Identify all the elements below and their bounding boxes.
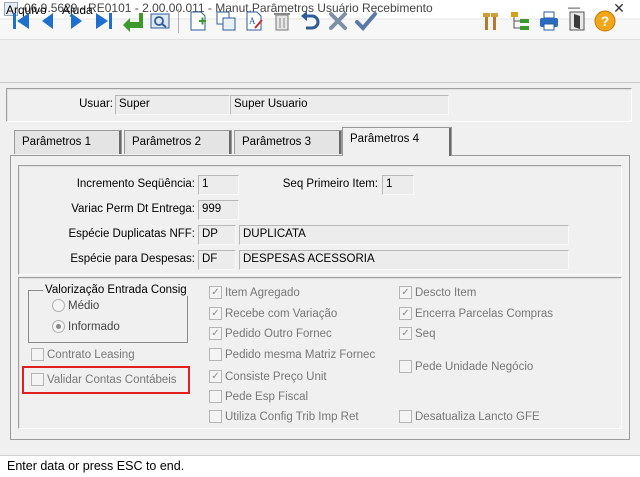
variac-label: Variac Perm Dt Entrega:: [71, 203, 195, 215]
tab-parametros-1[interactable]: Parâmetros 1: [14, 130, 122, 154]
confirm-icon[interactable]: [353, 7, 379, 35]
svg-text:?: ?: [601, 13, 610, 29]
check-label: Pedido Outro Fornec: [225, 327, 332, 340]
check-recebe-com-variacao[interactable]: ✓ Recebe com Variação: [209, 307, 337, 320]
goto-icon[interactable]: [119, 7, 145, 35]
especie-dup-label: Espécie Duplicatas NFF:: [68, 228, 195, 240]
radio-informado[interactable]: Informado: [52, 320, 120, 333]
seq-primeiro-field[interactable]: 1: [382, 175, 414, 195]
checkbox: ✓: [209, 370, 222, 383]
checkbox: [209, 390, 222, 403]
new-record-icon[interactable]: [185, 7, 211, 35]
print-icon[interactable]: [536, 7, 562, 35]
delete-record-icon[interactable]: [269, 7, 295, 35]
especie-desp-desc-field: DESPESAS ACESSORIA: [239, 250, 569, 270]
check-label: Recebe com Variação: [225, 307, 338, 320]
last-record-icon[interactable]: [91, 7, 117, 35]
check-label: Consiste Preço Unit: [225, 370, 327, 383]
checkbox: [399, 360, 412, 373]
checkbox: ✓: [209, 286, 222, 299]
radio-medio[interactable]: Médio: [52, 299, 99, 312]
check-label: Pedido mesma Matriz Fornec: [225, 348, 376, 361]
checkbox: [209, 410, 222, 423]
toolbar: [0, 41, 640, 83]
checkbox: ✓: [209, 327, 222, 340]
next-record-icon[interactable]: [63, 7, 89, 35]
check-item-agregado[interactable]: ✓ Item Agregado: [209, 286, 300, 299]
tools-icon[interactable]: [478, 7, 504, 35]
variac-field[interactable]: 999: [198, 200, 239, 220]
checkbox: [209, 348, 222, 361]
check-pedido-outro-fornec[interactable]: ✓ Pedido Outro Fornec: [209, 327, 332, 340]
highlight-box: [22, 366, 190, 394]
tab-parametros-2[interactable]: Parâmetros 2: [124, 130, 232, 154]
especie-desp-label: Espécie para Despesas:: [70, 253, 195, 265]
check-label: Contrato Leasing: [47, 348, 135, 361]
check-label: Utiliza Config Trib Imp Ret: [225, 410, 359, 423]
check-contrato-leasing[interactable]: Contrato Leasing: [31, 348, 135, 361]
help-icon[interactable]: ?: [592, 7, 618, 35]
checkbox: ✓: [399, 307, 412, 320]
check-consiste-preco-unit[interactable]: ✓ Consiste Preço Unit: [209, 370, 327, 383]
search-zoom-icon[interactable]: [147, 7, 173, 35]
edit-record-icon[interactable]: A: [241, 7, 267, 35]
check-pede-esp-fiscal[interactable]: Pede Esp Fiscal: [209, 390, 308, 403]
especie-desp-code-field[interactable]: DF: [198, 250, 236, 270]
radio-circle: [52, 320, 65, 333]
tab-parametros-3[interactable]: Parâmetros 3: [234, 130, 342, 154]
check-label: Encerra Parcelas Compras: [415, 307, 554, 320]
user-label: Usuar:: [79, 98, 113, 110]
check-descto-item[interactable]: ✓ Descto Item: [399, 286, 476, 299]
seq-primeiro-label: Seq Primeiro Item:: [282, 178, 378, 190]
check-label: Desatualiza Lancto GFE: [415, 410, 540, 423]
first-record-icon[interactable]: [8, 7, 34, 35]
especie-dup-code-field[interactable]: DP: [198, 225, 236, 245]
check-label: Pede Unidade Negócio: [415, 360, 534, 373]
checkbox: [31, 348, 44, 361]
check-utiliza-config-trib[interactable]: Utiliza Config Trib Imp Ret: [209, 410, 359, 423]
radio-medio-label: Médio: [68, 299, 100, 312]
svg-text:A: A: [249, 16, 256, 26]
undo-icon[interactable]: [297, 7, 323, 35]
checkbox: ✓: [399, 286, 412, 299]
incremento-field[interactable]: 1: [198, 175, 239, 195]
check-desatualiza-lancto-gfe[interactable]: Desatualiza Lancto GFE: [399, 410, 540, 423]
especie-dup-desc-field: DUPLICATA: [239, 225, 569, 245]
check-pede-unidade-negocio[interactable]: Pede Unidade Negócio: [399, 360, 533, 373]
radio-circle: [52, 299, 65, 312]
user-name-field: Super Usuario: [230, 95, 449, 115]
cancel-icon[interactable]: [325, 7, 351, 35]
check-label: Pede Esp Fiscal: [225, 390, 309, 403]
incremento-label: Incremento Seqüência:: [76, 178, 195, 190]
check-label: Descto Item: [415, 286, 477, 299]
checkbox: ✓: [399, 327, 412, 340]
tab-parametros-4[interactable]: Parâmetros 4: [342, 127, 452, 156]
valorizacao-title: Valorização Entrada Consig: [43, 284, 189, 296]
checkbox: [399, 410, 412, 423]
user-code-field[interactable]: Super: [115, 95, 230, 115]
copy-record-icon[interactable]: [213, 7, 239, 35]
checkbox: ✓: [209, 307, 222, 320]
check-label: Seq: [415, 327, 436, 340]
status-bar: Enter data or press ESC to end.: [0, 455, 640, 477]
check-seq[interactable]: ✓ Seq: [399, 327, 435, 340]
check-label: Item Agregado: [225, 286, 300, 299]
radio-informado-label: Informado: [68, 320, 120, 333]
tree-icon[interactable]: [507, 7, 533, 35]
check-encerra-parcelas[interactable]: ✓ Encerra Parcelas Compras: [399, 307, 553, 320]
prev-record-icon[interactable]: [35, 7, 61, 35]
exit-icon[interactable]: [564, 7, 590, 35]
check-pedido-mesma-matriz[interactable]: Pedido mesma Matriz Fornec: [209, 348, 375, 361]
valorizacao-group: [28, 290, 188, 343]
